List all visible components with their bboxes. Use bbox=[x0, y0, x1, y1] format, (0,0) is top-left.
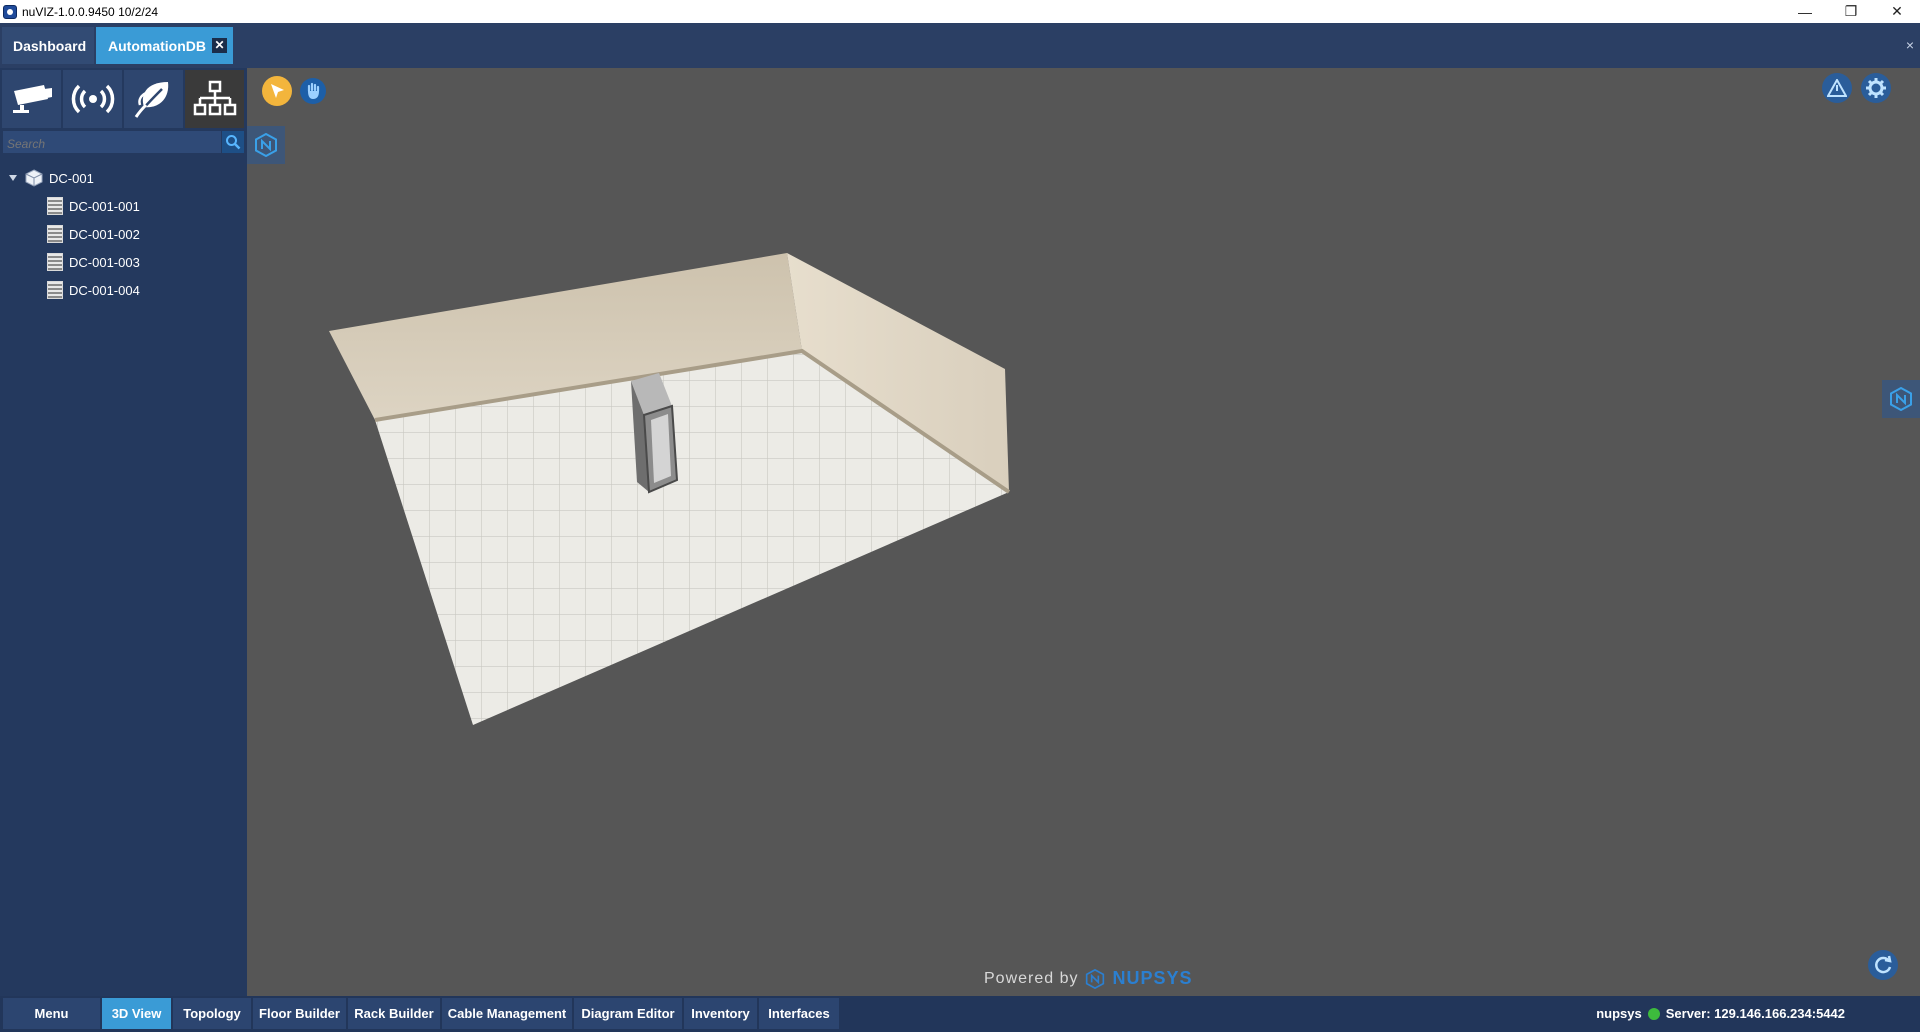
cable-management-button[interactable]: Cable Management bbox=[442, 998, 572, 1029]
tab-bar: Dashboard AutomationDB ✕ × bbox=[0, 23, 1920, 68]
side-panel-toggle-left[interactable] bbox=[247, 126, 285, 164]
wireless-signal-icon bbox=[71, 84, 114, 114]
tab-label: Dashboard bbox=[13, 37, 87, 54]
window-title: nuVIZ-1.0.0.9450 10/2/24 bbox=[22, 4, 159, 19]
3d-viewport[interactable]: Powered by NUPSYS bbox=[247, 68, 1920, 996]
nupsys-logo-icon bbox=[1085, 968, 1104, 989]
green-energy-button[interactable] bbox=[124, 70, 183, 128]
search-icon bbox=[226, 135, 241, 150]
powered-by-label: Powered by NUPSYS bbox=[984, 968, 1193, 989]
inventory-button[interactable]: Inventory bbox=[684, 998, 757, 1029]
bottom-toolbar: Menu 3D View Topology Floor Builder Rack… bbox=[0, 996, 1920, 1032]
rack-icon bbox=[47, 253, 63, 271]
title-bar: nuVIZ-1.0.0.9450 10/2/24 — ❐ ✕ bbox=[0, 0, 1920, 23]
server-address: Server: 129.146.166.234:5442 bbox=[1665, 1006, 1845, 1021]
rack-icon bbox=[47, 197, 63, 215]
datacenter-icon bbox=[25, 169, 43, 187]
rack-icon bbox=[47, 225, 63, 243]
settings-button[interactable] bbox=[1861, 73, 1891, 103]
panel-close-icon[interactable]: × bbox=[1906, 37, 1914, 53]
tab-close-icon[interactable]: ✕ bbox=[212, 38, 227, 53]
search-button[interactable] bbox=[222, 131, 244, 153]
tab-automationdb[interactable]: AutomationDB ✕ bbox=[96, 27, 233, 64]
security-camera-button[interactable] bbox=[2, 70, 61, 128]
diagram-editor-button[interactable]: Diagram Editor bbox=[574, 998, 682, 1029]
select-tool-button[interactable] bbox=[262, 76, 292, 106]
pan-tool-button[interactable] bbox=[300, 78, 326, 104]
gear-icon bbox=[1866, 78, 1886, 98]
leaf-icon bbox=[134, 82, 168, 118]
tree-node-label: DC-001 bbox=[49, 170, 94, 186]
pointer-icon bbox=[271, 84, 284, 98]
nupsys-logo-icon bbox=[1890, 387, 1912, 411]
wireless-button[interactable] bbox=[63, 70, 122, 128]
app-icon bbox=[3, 4, 17, 19]
expand-arrow-icon[interactable] bbox=[9, 175, 17, 181]
minimize-button[interactable]: — bbox=[1782, 0, 1828, 23]
side-panel-toggle-right[interactable] bbox=[1882, 380, 1920, 418]
user-name: nupsys bbox=[1596, 1006, 1642, 1021]
security-camera-icon bbox=[12, 85, 52, 113]
hierarchy-icon bbox=[193, 80, 236, 116]
tab-dashboard[interactable]: Dashboard bbox=[2, 27, 94, 64]
tree-node-rack[interactable]: DC-001-003 bbox=[47, 251, 140, 273]
tree-node-label: DC-001-004 bbox=[69, 282, 140, 298]
3d-view-button[interactable]: 3D View bbox=[102, 998, 171, 1029]
nupsys-logo-icon bbox=[255, 133, 277, 157]
floor-builder-button[interactable]: Floor Builder bbox=[253, 998, 346, 1029]
reset-view-button[interactable] bbox=[1868, 950, 1898, 980]
sidebar: DC-001 DC-001-001 DC-001-002 DC-001-003 … bbox=[0, 68, 247, 996]
tree-node-dc-001[interactable]: DC-001 bbox=[9, 167, 94, 189]
brand-name: NUPSYS bbox=[1112, 968, 1193, 988]
tree-node-rack[interactable]: DC-001-001 bbox=[47, 195, 140, 217]
powered-by-text: Powered by bbox=[984, 969, 1079, 987]
connection-status: nupsys Server: 129.146.166.234:5442 bbox=[1596, 1006, 1845, 1021]
status-dot-icon bbox=[1647, 1007, 1660, 1020]
tree-node-label: DC-001-003 bbox=[69, 254, 140, 270]
search-input[interactable] bbox=[3, 131, 221, 153]
menu-button[interactable]: Menu bbox=[3, 998, 100, 1029]
rack-builder-button[interactable]: Rack Builder bbox=[348, 998, 440, 1029]
topology-button[interactable]: Topology bbox=[173, 998, 251, 1029]
interfaces-button[interactable]: Interfaces bbox=[759, 998, 839, 1029]
hand-icon bbox=[307, 82, 320, 99]
3d-scene[interactable] bbox=[247, 68, 1920, 996]
alerts-button[interactable] bbox=[1822, 73, 1852, 103]
tree-node-label: DC-001-001 bbox=[69, 198, 140, 214]
tree-node-rack[interactable]: DC-001-004 bbox=[47, 279, 140, 301]
tree-node-rack[interactable]: DC-001-002 bbox=[47, 223, 140, 245]
tree-node-label: DC-001-002 bbox=[69, 226, 140, 242]
refresh-icon bbox=[1875, 955, 1892, 974]
hierarchy-button[interactable] bbox=[185, 70, 244, 128]
tab-label: AutomationDB bbox=[108, 37, 206, 54]
restore-button[interactable]: ❐ bbox=[1828, 0, 1874, 23]
rack-icon bbox=[47, 281, 63, 299]
warning-icon bbox=[1827, 79, 1847, 97]
close-window-button[interactable]: ✕ bbox=[1874, 0, 1920, 23]
